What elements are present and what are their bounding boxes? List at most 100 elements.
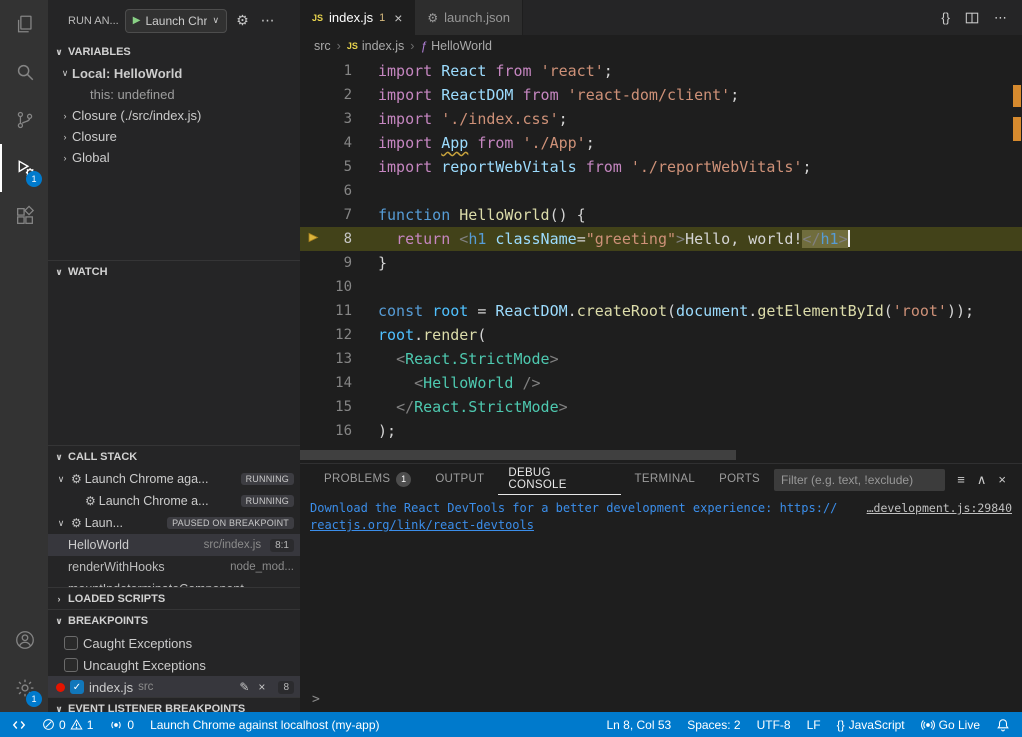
line-number[interactable]: 8 xyxy=(326,227,352,251)
sidebar-more-icon[interactable]: ⋯ xyxy=(258,11,278,30)
status-debug-config[interactable]: Launch Chrome against localhost (my-app) xyxy=(142,712,387,737)
glyph-margin[interactable] xyxy=(300,347,326,371)
activity-source-control[interactable] xyxy=(0,96,48,144)
tab-index.js[interactable]: JSindex.js1× xyxy=(300,0,415,35)
code-line[interactable]: 14 <HelloWorld /> xyxy=(300,371,1022,395)
activity-search[interactable] xyxy=(0,48,48,96)
activity-explorer[interactable] xyxy=(0,0,48,48)
variable-row[interactable]: ›Global xyxy=(48,147,300,168)
line-number[interactable]: 16 xyxy=(326,419,352,443)
glyph-margin[interactable] xyxy=(300,419,326,443)
variable-row[interactable]: ∨Local: HelloWorld xyxy=(48,63,300,84)
glyph-margin[interactable] xyxy=(300,323,326,347)
breakpoints-header[interactable]: ∨ BREAKPOINTS xyxy=(48,610,300,632)
close-tab-icon[interactable]: × xyxy=(394,10,402,26)
code-line[interactable]: 16); xyxy=(300,419,1022,443)
status-remote[interactable] xyxy=(4,712,34,737)
source-location-link[interactable]: …development.js:29840 xyxy=(867,500,1012,517)
code-line[interactable]: 6 xyxy=(300,179,1022,203)
code-line[interactable]: 13 <React.StrictMode> xyxy=(300,347,1022,371)
code-line[interactable]: 5import reportWebVitals from './reportWe… xyxy=(300,155,1022,179)
line-number[interactable]: 5 xyxy=(326,155,352,179)
callstack-row[interactable]: ∨⚙Launch Chrome aga...RUNNING xyxy=(48,468,300,490)
activity-accounts[interactable] xyxy=(0,616,48,664)
call-stack-header[interactable]: ∨ CALL STACK xyxy=(48,446,300,468)
callstack-row[interactable]: HelloWorldsrc/index.js8:1 xyxy=(48,534,300,556)
breakpoint-checkbox[interactable] xyxy=(64,658,78,672)
code-line[interactable]: 8 return <h1 className="greeting">Hello,… xyxy=(300,227,1022,251)
glyph-margin[interactable] xyxy=(300,155,326,179)
twisty-icon[interactable]: › xyxy=(58,132,72,142)
panel-tab-output[interactable]: OUTPUT xyxy=(425,464,494,495)
tab-launch.json[interactable]: ⚙launch.json xyxy=(415,0,523,35)
twisty-icon[interactable]: › xyxy=(58,111,72,121)
variables-header[interactable]: ∨ VARIABLES xyxy=(48,41,300,63)
code-line[interactable]: 1import React from 'react'; xyxy=(300,59,1022,83)
panel-tab-terminal[interactable]: TERMINAL xyxy=(625,464,706,495)
debug-launch-dropdown[interactable]: ▶ Launch Chr ∨ xyxy=(125,9,227,33)
glyph-margin[interactable] xyxy=(300,107,326,131)
code-line[interactable]: 7function HelloWorld() { xyxy=(300,203,1022,227)
breakpoint-row[interactable]: Caught Exceptions xyxy=(48,632,300,654)
code-line[interactable]: 3import './index.css'; xyxy=(300,107,1022,131)
status-notifications[interactable] xyxy=(988,712,1018,737)
code-line[interactable]: 15 </React.StrictMode> xyxy=(300,395,1022,419)
status-go-live[interactable]: Go Live xyxy=(913,712,988,737)
code-line[interactable]: 12root.render( xyxy=(300,323,1022,347)
callstack-row[interactable]: ⚙Launch Chrome a...RUNNING xyxy=(48,490,300,512)
callstack-row[interactable]: mountIndeterminateComponent xyxy=(48,578,300,587)
line-number[interactable]: 14 xyxy=(326,371,352,395)
close-panel-icon[interactable]: × xyxy=(998,472,1006,487)
line-number[interactable]: 12 xyxy=(326,323,352,347)
status-cursor-position[interactable]: Ln 8, Col 53 xyxy=(598,712,679,737)
line-number[interactable]: 1 xyxy=(326,59,352,83)
callstack-row[interactable]: ∨⚙Laun...PAUSED ON BREAKPOINT xyxy=(48,512,300,534)
breakpoint-checkbox[interactable]: ✓ xyxy=(70,680,84,694)
glyph-margin[interactable] xyxy=(300,131,326,155)
edit-breakpoint-icon[interactable]: ✎ xyxy=(237,680,251,694)
code-line[interactable]: 11const root = ReactDOM.createRoot(docum… xyxy=(300,299,1022,323)
status-forwarded-ports[interactable]: 0 xyxy=(101,712,142,737)
console-filter-input[interactable] xyxy=(774,469,945,491)
more-actions-icon[interactable]: ⋯ xyxy=(994,10,1007,26)
glyph-margin[interactable] xyxy=(300,275,326,299)
status-encoding[interactable]: UTF-8 xyxy=(749,712,799,737)
filter-icon[interactable]: ≡ xyxy=(957,472,965,487)
breakpoint-checkbox[interactable] xyxy=(64,636,78,650)
breadcrumb-item-index.js[interactable]: JSindex.js xyxy=(347,39,404,53)
glyph-margin[interactable] xyxy=(300,227,326,251)
glyph-margin[interactable] xyxy=(300,203,326,227)
debug-settings-gear-icon[interactable]: ⚙ xyxy=(233,11,252,30)
activity-manage[interactable]: 1 xyxy=(0,664,48,712)
panel-tab-ports[interactable]: PORTS xyxy=(709,464,770,495)
code-line[interactable]: 9} xyxy=(300,251,1022,275)
breakpoint-row[interactable]: ✓index.jssrc✎×8 xyxy=(48,676,300,697)
twisty-icon[interactable]: › xyxy=(58,153,72,163)
line-number[interactable]: 6 xyxy=(326,179,352,203)
loaded-scripts-header[interactable]: › LOADED SCRIPTS xyxy=(48,588,300,609)
line-number[interactable]: 7 xyxy=(326,203,352,227)
open-settings-json-icon[interactable]: {} xyxy=(941,10,950,25)
line-number[interactable]: 3 xyxy=(326,107,352,131)
variable-row[interactable]: ›Closure (./src/index.js) xyxy=(48,105,300,126)
variable-row[interactable]: ›Closure xyxy=(48,126,300,147)
line-number[interactable]: 4 xyxy=(326,131,352,155)
status-language-mode[interactable]: {}JavaScript xyxy=(829,712,913,737)
console-prompt-icon[interactable]: > xyxy=(312,692,320,707)
status-eol[interactable]: LF xyxy=(799,712,829,737)
variable-row[interactable]: this: undefined xyxy=(48,84,300,105)
line-number[interactable]: 10 xyxy=(326,275,352,299)
glyph-margin[interactable] xyxy=(300,59,326,83)
status-problems[interactable]: 01 xyxy=(34,712,101,737)
code-line[interactable]: 4import App from './App'; xyxy=(300,131,1022,155)
start-debug-icon[interactable]: ▶ xyxy=(133,15,141,26)
line-number[interactable]: 11 xyxy=(326,299,352,323)
console-message[interactable]: reactjs.org/link/react-devtools xyxy=(310,517,534,534)
code-line[interactable]: 2import ReactDOM from 'react-dom/client'… xyxy=(300,83,1022,107)
glyph-margin[interactable] xyxy=(300,251,326,275)
remove-breakpoint-icon[interactable]: × xyxy=(256,680,267,694)
glyph-margin[interactable] xyxy=(300,395,326,419)
code-editor[interactable]: 1import React from 'react';2import React… xyxy=(300,57,1022,463)
callstack-row[interactable]: renderWithHooksnode_mod... xyxy=(48,556,300,578)
activity-extensions[interactable] xyxy=(0,192,48,240)
